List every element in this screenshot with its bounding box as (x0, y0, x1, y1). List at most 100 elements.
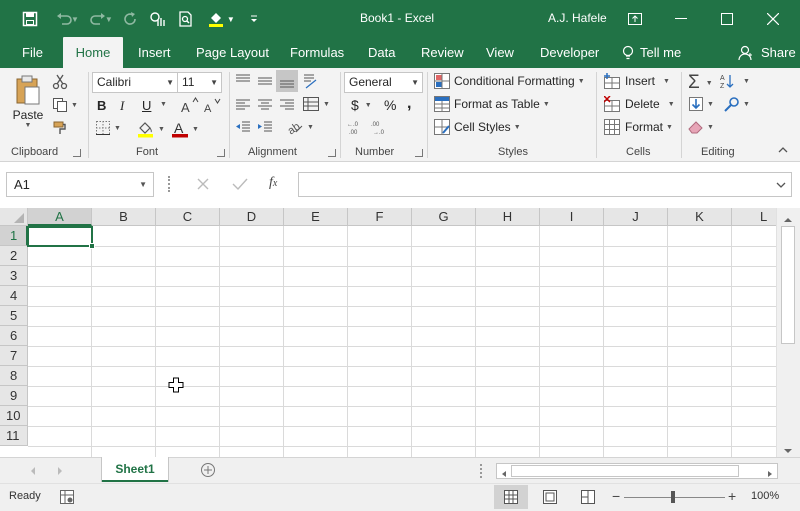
active-cell[interactable] (27, 226, 93, 247)
font-color-icon[interactable]: A ▼ (171, 120, 199, 138)
tab-file[interactable]: File (22, 37, 43, 68)
cancel-entry-icon[interactable] (196, 177, 210, 194)
next-sheet-icon[interactable] (56, 465, 64, 479)
undo-dropdown-icon[interactable]: ▼ (71, 15, 79, 24)
row-header[interactable]: 2 (0, 246, 28, 266)
align-center-icon[interactable] (256, 98, 274, 112)
text-direction-icon[interactable]: ab ▼ (286, 118, 314, 136)
horizontal-scroll-thumb[interactable] (511, 465, 739, 477)
tab-data[interactable]: Data (368, 37, 395, 68)
row-header[interactable]: 4 (0, 286, 28, 306)
tell-me-box[interactable]: Tell me (622, 37, 681, 68)
sort-filter-button[interactable]: AZ ▼ (720, 73, 750, 89)
fill-color-icon[interactable] (203, 8, 229, 30)
format-painter-icon[interactable] (52, 120, 68, 136)
row-header[interactable]: 7 (0, 346, 28, 366)
expand-formula-bar-icon[interactable] (776, 178, 786, 192)
clipboard-launcher-icon[interactable] (73, 149, 81, 157)
maximize-icon[interactable] (704, 0, 750, 37)
conditional-formatting-button[interactable]: Conditional Formatting ▼ (434, 73, 585, 89)
italic-button[interactable]: I (120, 98, 124, 114)
number-format-combo[interactable]: General ▼ (344, 72, 423, 93)
collapse-ribbon-icon[interactable] (778, 146, 788, 153)
column-header[interactable]: J (604, 208, 668, 226)
delete-cells-button[interactable]: Delete ▼ (604, 96, 675, 112)
page-break-view-icon[interactable] (581, 490, 595, 507)
row-header[interactable]: 1 (0, 226, 28, 246)
format-as-table-button[interactable]: Format as Table ▼ (434, 96, 550, 112)
number-launcher-icon[interactable] (415, 149, 423, 157)
ribbon-display-options-icon[interactable] (612, 0, 658, 37)
borders-icon[interactable]: ▼ (95, 120, 121, 136)
tab-insert[interactable]: Insert (138, 37, 171, 68)
font-launcher-icon[interactable] (217, 149, 225, 157)
decrease-indent-icon[interactable] (234, 120, 252, 134)
align-right-icon[interactable] (278, 98, 296, 112)
previous-sheet-icon[interactable] (29, 465, 37, 479)
page-layout-view-icon[interactable] (543, 490, 557, 507)
insert-cells-button[interactable]: Insert ▼ (604, 73, 670, 89)
column-header[interactable]: H (476, 208, 540, 226)
tab-home[interactable]: Home (63, 37, 123, 68)
align-middle-icon[interactable] (256, 74, 274, 88)
align-top-icon[interactable] (234, 74, 252, 88)
decrease-decimal-icon[interactable]: .00 →.0 (371, 120, 391, 136)
normal-view-button[interactable] (494, 485, 528, 509)
column-header[interactable]: C (156, 208, 220, 226)
tab-formulas[interactable]: Formulas (290, 37, 344, 68)
column-header[interactable]: B (92, 208, 156, 226)
macro-recording-icon[interactable] (60, 490, 74, 507)
comma-button[interactable]: , (407, 95, 411, 113)
clear-button[interactable]: ▼ (688, 120, 714, 134)
row-header[interactable]: 6 (0, 326, 28, 346)
bold-button[interactable]: B (97, 98, 106, 113)
align-left-icon[interactable] (234, 98, 252, 112)
column-header[interactable]: E (284, 208, 348, 226)
column-header[interactable]: D (220, 208, 284, 226)
worksheet-grid[interactable]: A B C D E F G H I J K L 1 2 3 4 5 6 7 8 … (0, 208, 776, 457)
scroll-down-icon[interactable] (783, 444, 793, 458)
user-name[interactable]: A.J. Hafele (548, 11, 607, 25)
fill-color-icon[interactable]: ▼ (137, 120, 165, 138)
grow-font-icon[interactable]: A (181, 97, 199, 113)
minimize-icon[interactable] (658, 0, 704, 37)
increase-indent-icon[interactable] (256, 120, 274, 134)
redo-dropdown-icon[interactable]: ▼ (105, 15, 113, 24)
tab-page-layout[interactable]: Page Layout (196, 37, 269, 68)
sheet-tab[interactable]: Sheet1 (102, 457, 168, 482)
vertical-scroll-thumb[interactable] (781, 226, 795, 344)
underline-dropdown-icon[interactable]: ▼ (157, 101, 167, 108)
row-header[interactable]: 8 (0, 366, 28, 386)
touch-mode-icon[interactable] (145, 8, 171, 30)
underline-button[interactable]: U (142, 98, 151, 113)
column-header[interactable]: F (348, 208, 412, 226)
name-box[interactable]: A1 ▼ (6, 172, 154, 197)
vertical-scrollbar[interactable] (776, 208, 800, 457)
share-button[interactable]: Share (738, 37, 796, 68)
print-preview-icon[interactable] (173, 8, 199, 30)
find-select-button[interactable]: ▼ (724, 96, 750, 112)
alignment-launcher-icon[interactable] (328, 149, 336, 157)
row-header[interactable]: 11 (0, 426, 28, 446)
zoom-out-icon[interactable]: − (612, 489, 620, 503)
row-header[interactable]: 10 (0, 406, 28, 426)
paste-button[interactable]: Paste ▼ (10, 74, 46, 129)
tab-split-handle[interactable] (480, 464, 483, 478)
copy-icon[interactable]: ▼ (52, 97, 78, 113)
scroll-up-icon[interactable] (783, 213, 793, 227)
scroll-right-icon[interactable] (766, 467, 774, 481)
select-all-corner[interactable] (0, 208, 28, 226)
orientation-icon[interactable] (302, 72, 320, 90)
wrap-text-icon[interactable]: ▼ (302, 96, 330, 112)
align-bottom-icon[interactable] (276, 70, 298, 92)
row-header[interactable]: 9 (0, 386, 28, 406)
column-header[interactable]: I (540, 208, 604, 226)
font-name-combo[interactable]: Calibri ▼ (92, 72, 178, 93)
fill-button[interactable]: ▼ (688, 96, 714, 112)
font-size-combo[interactable]: 11 ▼ (177, 72, 222, 93)
column-header[interactable]: K (668, 208, 732, 226)
fill-color-dropdown-icon[interactable]: ▼ (227, 15, 235, 24)
row-header[interactable]: 5 (0, 306, 28, 326)
formula-input[interactable] (298, 172, 792, 197)
zoom-level[interactable]: 100% (751, 490, 779, 502)
